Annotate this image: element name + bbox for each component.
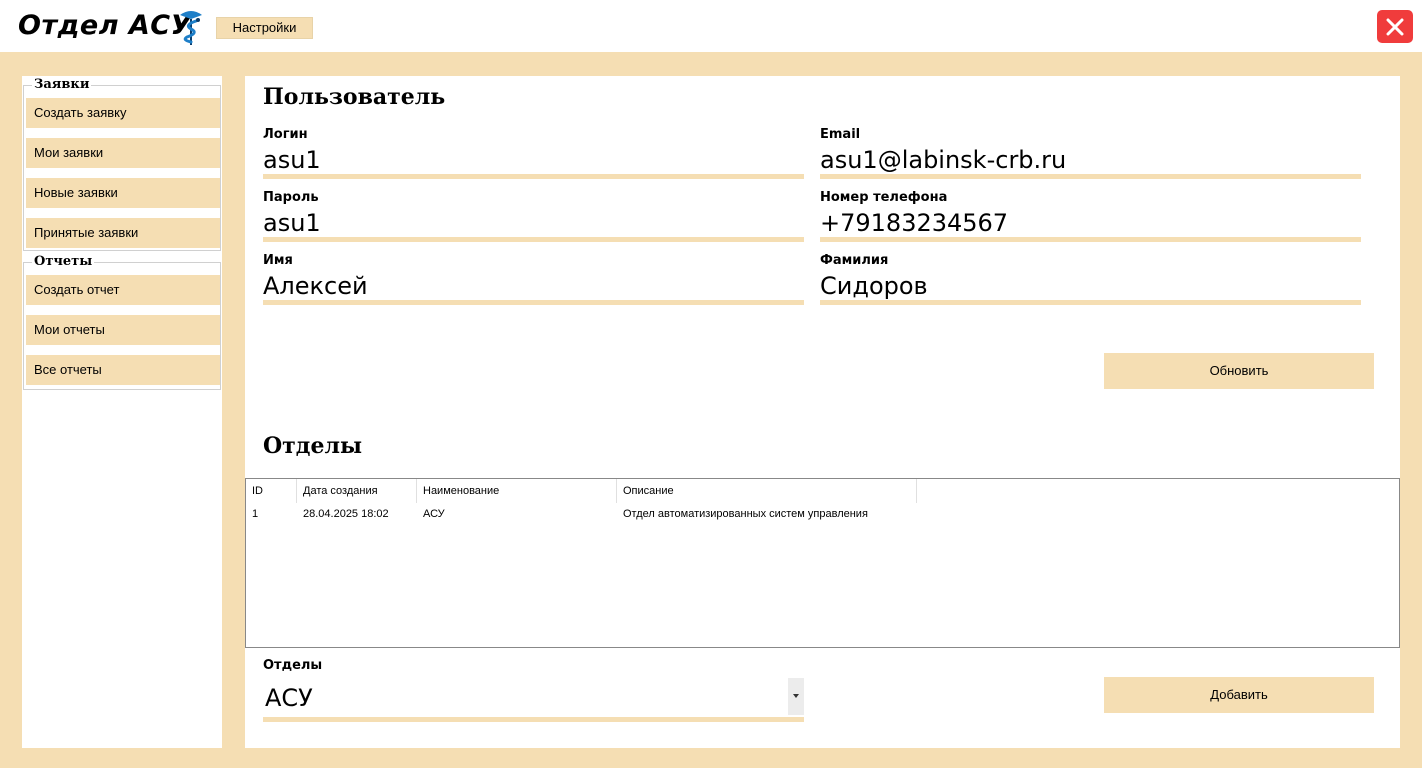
group-title-reports: Отчеты [32,254,95,270]
departments-table[interactable]: ID Дата создания Наименование Описание 1… [245,478,1400,648]
surname-label: Фамилия [820,253,889,268]
app-title: Отдел АСУ [18,10,192,41]
password-field[interactable] [263,208,804,242]
department-select[interactable]: АСУ [263,678,804,722]
cell-name: АСУ [423,508,445,520]
cell-created: 28.04.2025 18:02 [303,508,389,520]
name-label: Имя [263,253,293,268]
group-requests: Заявки Создать заявку Мои заявки Новые з… [23,77,221,251]
sidebar-item-my-reports[interactable]: Мои отчеты [26,315,220,345]
login-field[interactable] [263,145,804,179]
email-field[interactable] [820,145,1361,179]
password-label: Пароль [263,190,319,205]
login-label: Логин [263,127,308,142]
sidebar-item-create-report[interactable]: Создать отчет [26,275,220,305]
column-header-created[interactable]: Дата создания [297,479,417,503]
group-reports: Отчеты Создать отчет Мои отчеты Все отче… [23,254,221,390]
department-select-value: АСУ [265,684,313,712]
sidebar-item-create-request[interactable]: Создать заявку [26,98,220,128]
phone-field[interactable] [820,208,1361,242]
group-title-requests: Заявки [32,77,92,93]
email-label: Email [820,127,861,142]
sidebar-item-accepted-requests[interactable]: Принятые заявки [26,218,220,248]
close-button[interactable] [1377,10,1413,43]
phone-label: Номер телефона [820,190,948,205]
cell-id: 1 [252,508,259,520]
departments-section-title: Отделы [263,433,363,459]
add-button[interactable]: Добавить [1104,677,1374,713]
sidebar-item-new-requests[interactable]: Новые заявки [26,178,220,208]
name-field[interactable] [263,271,804,305]
app-header: Отдел АСУ Настройки [0,0,1422,52]
surname-field[interactable] [820,271,1361,305]
column-header-description[interactable]: Описание [617,479,917,503]
user-section-title: Пользователь [263,84,446,110]
update-button[interactable]: Обновить [1104,353,1374,389]
sidebar-item-my-requests[interactable]: Мои заявки [26,138,220,168]
sidebar-item-all-reports[interactable]: Все отчеты [26,355,220,385]
column-header-id[interactable]: ID [246,479,297,503]
cell-description: Отдел автоматизированных систем управлен… [623,508,868,520]
dropdown-arrow-icon[interactable] [788,678,804,715]
main-panel: Пользователь Логин Email Пароль Номер те… [245,76,1400,748]
department-select-label: Отделы [263,658,323,673]
sidebar: Заявки Создать заявку Мои заявки Новые з… [22,76,222,748]
column-header-name[interactable]: Наименование [417,479,617,503]
settings-button[interactable]: Настройки [216,17,313,39]
medical-caduceus-icon [174,9,208,47]
close-icon [1386,18,1404,36]
